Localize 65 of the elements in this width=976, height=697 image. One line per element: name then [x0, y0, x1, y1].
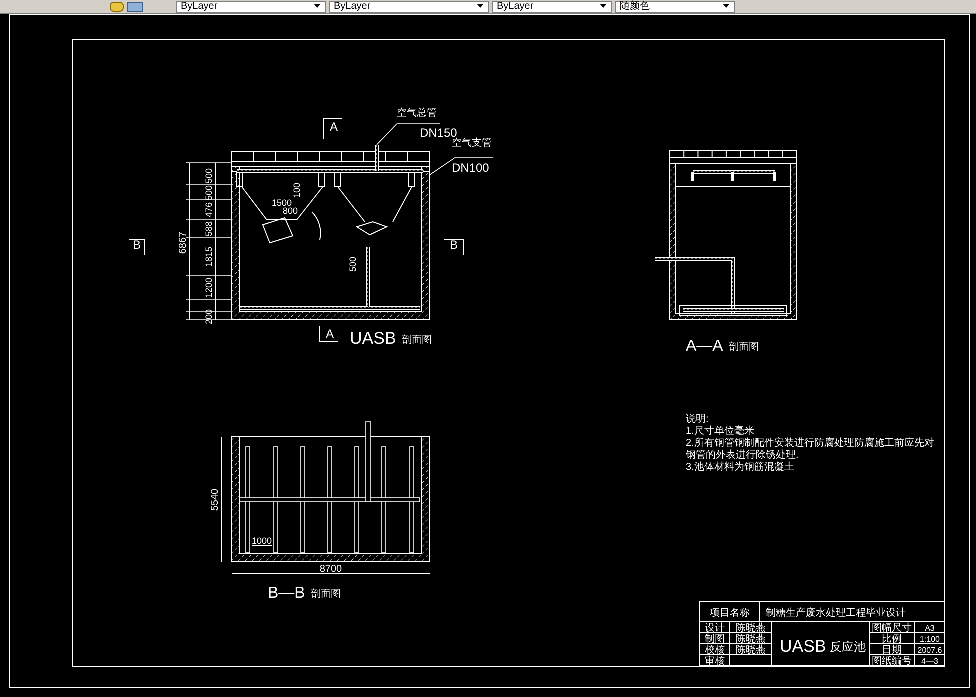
- title-block-label: 项目名称: [710, 608, 750, 619]
- signature-name: 陈晓燕: [736, 623, 766, 634]
- caret-icon: [477, 4, 484, 9]
- height-dimension: 200: [204, 309, 214, 325]
- signature-name: 陈晓燕: [736, 645, 766, 656]
- section-cut-letter: A: [326, 327, 334, 341]
- title-block-value: A3: [925, 624, 935, 633]
- section-cut-mark: [324, 118, 342, 140]
- note-text: 1.尺寸单位毫米: [686, 426, 754, 438]
- title-block-label: 日期: [882, 645, 902, 656]
- pipe-label: DN100: [452, 161, 490, 175]
- pipe-label: 空气总管: [397, 108, 437, 119]
- section-cut-mark: [444, 240, 464, 256]
- title-block-label: 图纸编号: [872, 656, 912, 667]
- spacing-dimension: 1000: [252, 536, 272, 546]
- property-dropdown[interactable]: ByLayer: [329, 0, 489, 12]
- dimension-label: 500: [348, 256, 358, 272]
- caret-icon: [314, 4, 321, 9]
- dimension-label: 800: [283, 206, 298, 216]
- height-dimension: 500: [204, 185, 214, 201]
- project-name: 制糖生产废水处理工程毕业设计: [766, 608, 906, 619]
- section-cut-letter: B: [450, 238, 458, 252]
- width-dimension: 8700: [320, 564, 342, 575]
- title-block-label: 制图: [705, 634, 725, 645]
- view-title: B—B: [268, 585, 306, 602]
- section-cut-letter: B: [133, 238, 142, 252]
- signature-name: 陈晓燕: [736, 634, 766, 645]
- depth-dimension: 5540: [210, 488, 221, 512]
- view-title-suffix: 剖面图: [402, 335, 432, 346]
- pipe-label: 空气支管: [452, 138, 492, 149]
- layer-stack-icon[interactable]: [127, 2, 143, 12]
- caret-icon: [600, 4, 607, 9]
- section-cut-mark: [128, 240, 146, 256]
- height-dimension: 1200: [204, 278, 214, 298]
- title-block-label: 比例: [882, 634, 902, 645]
- dimension-label: 1500: [272, 198, 292, 208]
- height-dimension: 1815: [204, 246, 214, 268]
- total-height-dimension: 6867: [178, 232, 189, 254]
- height-dimension: 500: [204, 168, 214, 184]
- title-block-value: 4—3: [922, 657, 938, 666]
- notes-heading: 说明:: [686, 414, 709, 426]
- view-title: A—A: [686, 338, 724, 355]
- title-block-label: 校核: [705, 645, 725, 656]
- title-block-value: 1:100: [920, 635, 940, 644]
- caret-icon: [723, 4, 730, 9]
- dimension-label: 100: [292, 182, 302, 198]
- note-text: 3.池体材料为钢筋混凝土: [686, 462, 794, 474]
- drawing-title: UASB: [780, 637, 826, 656]
- section-cut-mark: [320, 326, 338, 342]
- drawing-title-suffix: 反应池: [830, 640, 866, 654]
- view-title-suffix: 剖面图: [311, 589, 341, 600]
- title-block-value: 2007.6: [918, 646, 942, 655]
- title-block-label: 设计: [705, 623, 725, 634]
- note-text: 2.所有钢管钢制配件安装进行防腐处理防腐施工前应先对钢管的外表进行除锈处理.: [686, 438, 936, 462]
- property-dropdown[interactable]: ByLayer: [176, 0, 326, 12]
- layer-state-icon[interactable]: [110, 2, 124, 12]
- property-dropdown[interactable]: 随颜色: [615, 0, 735, 12]
- section-cut-letter: A: [330, 120, 338, 134]
- view-title: UASB: [350, 329, 396, 348]
- height-dimension: 588: [204, 221, 214, 237]
- height-dimension: 476: [204, 202, 214, 218]
- view-title-suffix: 剖面图: [729, 342, 759, 353]
- title-block-label: 审核: [705, 656, 725, 667]
- property-dropdown[interactable]: ByLayer: [492, 0, 612, 12]
- title-block-label: 图幅尺寸: [872, 623, 912, 634]
